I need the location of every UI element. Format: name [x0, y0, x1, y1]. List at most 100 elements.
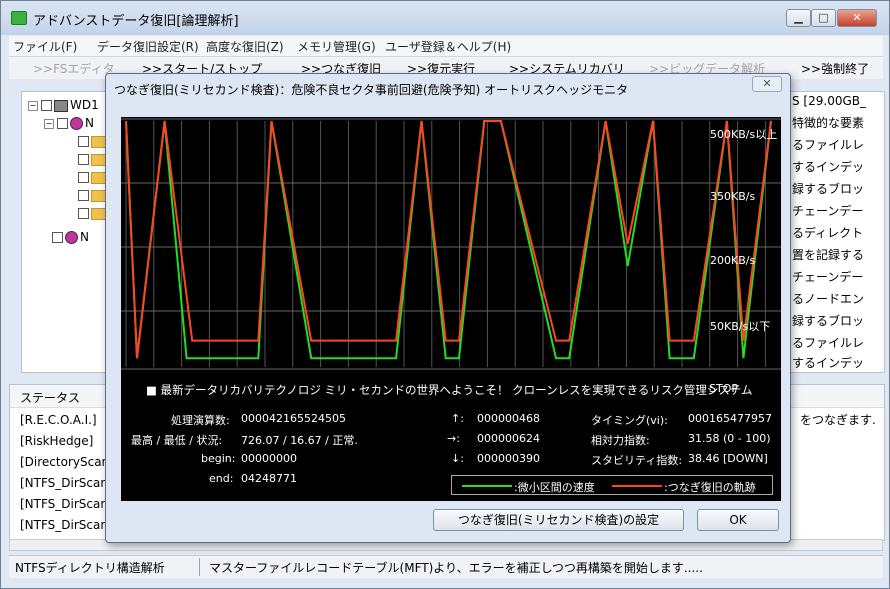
checkbox[interactable]: [41, 100, 52, 111]
collapse-icon[interactable]: −: [44, 118, 54, 129]
partition-icon: [70, 117, 83, 130]
tree-root[interactable]: − WD1: [28, 98, 99, 114]
tree-folder[interactable]: [78, 170, 106, 186]
title-bar: アドバンストデータ復旧[論理解析] ▁ □ ✕: [1, 1, 889, 35]
tree-folder[interactable]: [78, 152, 106, 168]
folder-icon: [91, 153, 106, 166]
list-header: S [29.00GB_: [792, 94, 866, 108]
welcome-message: ■ 最新データリカバリテクノロジ ミリ・セカンドの世界へようこそ！ クローンレス…: [146, 383, 753, 397]
dialog-title: つなぎ復旧(ミリセカンド検査)：危険不良セクタ事前回避(危険予知) オートリスク…: [114, 83, 629, 97]
list-item[interactable]: 録するブロッ: [792, 312, 864, 329]
tree-ntfs-2[interactable]: N: [52, 230, 89, 246]
status-row[interactable]: [R.E.C.O.A.I.]: [20, 413, 97, 427]
y-tick-label: 50KB/s以下: [710, 320, 771, 333]
list-item[interactable]: チェーンデー: [792, 268, 863, 285]
legend-label-trajectory: :つなぎ復旧の軌跡: [664, 481, 756, 494]
status-row[interactable]: [NTFS_DirScan: [20, 476, 108, 490]
stat-value: 000165477957: [688, 412, 772, 425]
tree-ntfs-1-label: N: [85, 116, 94, 130]
legend-label-speed: :微小区間の速度: [514, 481, 595, 494]
folder-icon: [91, 207, 106, 220]
stat-value: 38.46 [DOWN]: [688, 452, 768, 465]
checkbox[interactable]: [78, 208, 89, 219]
folder-icon: [91, 189, 106, 202]
checkbox[interactable]: [52, 232, 63, 243]
dialog-close-button[interactable]: ✕: [752, 76, 782, 92]
scan-result-list: S [29.00GB_ 特徴的な要素 るファイルレ するインデッ 録するブロッ …: [787, 91, 885, 373]
list-item[interactable]: するインデッ: [792, 158, 864, 175]
tree-folder[interactable]: [78, 188, 106, 204]
menu-recovery-settings[interactable]: データ復旧設定(R): [97, 38, 199, 55]
status-row[interactable]: [NTFS_DirScan: [20, 497, 108, 511]
menu-file[interactable]: ファイル(F): [13, 38, 77, 55]
stat-value: 726.07 / 16.67 / 正常.: [241, 434, 358, 447]
stat-label: 処理演算数:: [171, 414, 230, 427]
app-icon: [11, 11, 27, 25]
stop-indicator: STOP: [709, 382, 738, 395]
status-bar-left: NTFSディレクトリ構造解析: [15, 561, 165, 575]
menu-advanced-recovery[interactable]: 高度な復旧(Z): [206, 38, 284, 55]
chart-legend: :微小区間の速度 :つなぎ復旧の軌跡: [451, 475, 773, 495]
checkbox[interactable]: [78, 136, 89, 147]
maximize-button[interactable]: □: [811, 9, 836, 27]
folder-icon: [91, 135, 106, 148]
fs-editor-button[interactable]: >>FSエディタ: [33, 60, 115, 77]
y-tick-label: 350KB/s: [710, 190, 756, 203]
settings-button[interactable]: つなぎ復旧(ミリセカンド検査)の設定: [433, 509, 684, 531]
y-tick-label: 200KB/s: [710, 254, 756, 267]
stat-label: ↓:: [451, 452, 464, 465]
status-bar: NTFSディレクトリ構造解析 マスターファイルレコードテーブル(MFT)より、エ…: [9, 555, 883, 578]
close-button[interactable]: ✕: [837, 9, 877, 27]
list-item[interactable]: るファイルレ: [792, 136, 864, 153]
stat-value: 000000390: [477, 452, 540, 465]
stat-label: 相対力指数:: [591, 434, 650, 447]
partition-icon: [65, 231, 78, 244]
list-item[interactable]: るノードエン: [792, 290, 864, 307]
stat-label: 最高 / 最低 / 状況:: [131, 434, 223, 447]
status-row[interactable]: [DirectoryScan: [20, 455, 109, 469]
list-item[interactable]: チェーンデー: [792, 202, 863, 219]
stat-value: 000000624: [477, 432, 540, 445]
status-bar-divider: [199, 558, 200, 576]
tree-root-label: WD1: [70, 98, 99, 112]
stat-label: begin:: [201, 452, 236, 465]
collapse-icon[interactable]: −: [28, 100, 38, 111]
status-row[interactable]: [NTFS_DirScan: [20, 518, 108, 532]
list-item[interactable]: るディレクト: [792, 224, 863, 241]
stat-value: 000042165524505: [241, 412, 346, 425]
series-line-trajectory: [125, 120, 772, 359]
window-title: アドバンストデータ復旧[論理解析]: [33, 14, 239, 29]
stat-value: 04248771: [241, 472, 297, 485]
checkbox[interactable]: [57, 118, 68, 129]
list-item[interactable]: るファイルレ: [792, 334, 864, 351]
risk-hedge-monitor-dialog: つなぎ復旧(ミリセカンド検査)：危険不良セクタ事前回避(危険予知) オートリスク…: [105, 73, 791, 543]
stat-label: タイミング(vi):: [591, 414, 668, 427]
force-quit-button[interactable]: >>強制終了: [801, 60, 869, 77]
menu-memory[interactable]: メモリ管理(G): [297, 38, 376, 55]
checkbox[interactable]: [78, 172, 89, 183]
checkbox[interactable]: [78, 190, 89, 201]
list-item[interactable]: 特徴的な要素: [792, 114, 864, 131]
list-item[interactable]: するインデッ: [792, 354, 864, 371]
ok-button[interactable]: OK: [697, 509, 779, 531]
list-item[interactable]: 置を記録する: [792, 246, 864, 263]
monitor-panel: 500KB/s以上 350KB/s 200KB/s 50KB/s以下 ■ 最新デ…: [121, 117, 781, 501]
tree-folder[interactable]: [78, 206, 106, 222]
stat-value: 00000000: [241, 452, 297, 465]
series-line-speed: [125, 120, 772, 360]
status-header-label: ステータス: [20, 391, 81, 405]
tree-ntfs-1[interactable]: − N: [44, 116, 94, 132]
status-row[interactable]: [RiskHedge]: [20, 434, 93, 448]
speed-chart: [121, 118, 781, 370]
menu-help[interactable]: ユーザ登録＆ヘルプ(H): [385, 38, 511, 55]
minimize-button[interactable]: ▁: [786, 9, 811, 27]
stat-value: 31.58 (0 - 100): [688, 432, 771, 445]
tree-folder[interactable]: [78, 134, 106, 150]
status-bar-message: マスターファイルレコードテーブル(MFT)より、エラーを補正しつつ再構築を開始し…: [209, 561, 703, 575]
tree-ntfs-2-label: N: [80, 230, 89, 244]
legend-swatch-speed: [462, 485, 512, 487]
status-right-text: をつなぎます.: [800, 413, 876, 427]
stat-label: スタビリティ指数:: [591, 454, 683, 467]
checkbox[interactable]: [78, 154, 89, 165]
list-item[interactable]: 録するブロッ: [792, 180, 864, 197]
